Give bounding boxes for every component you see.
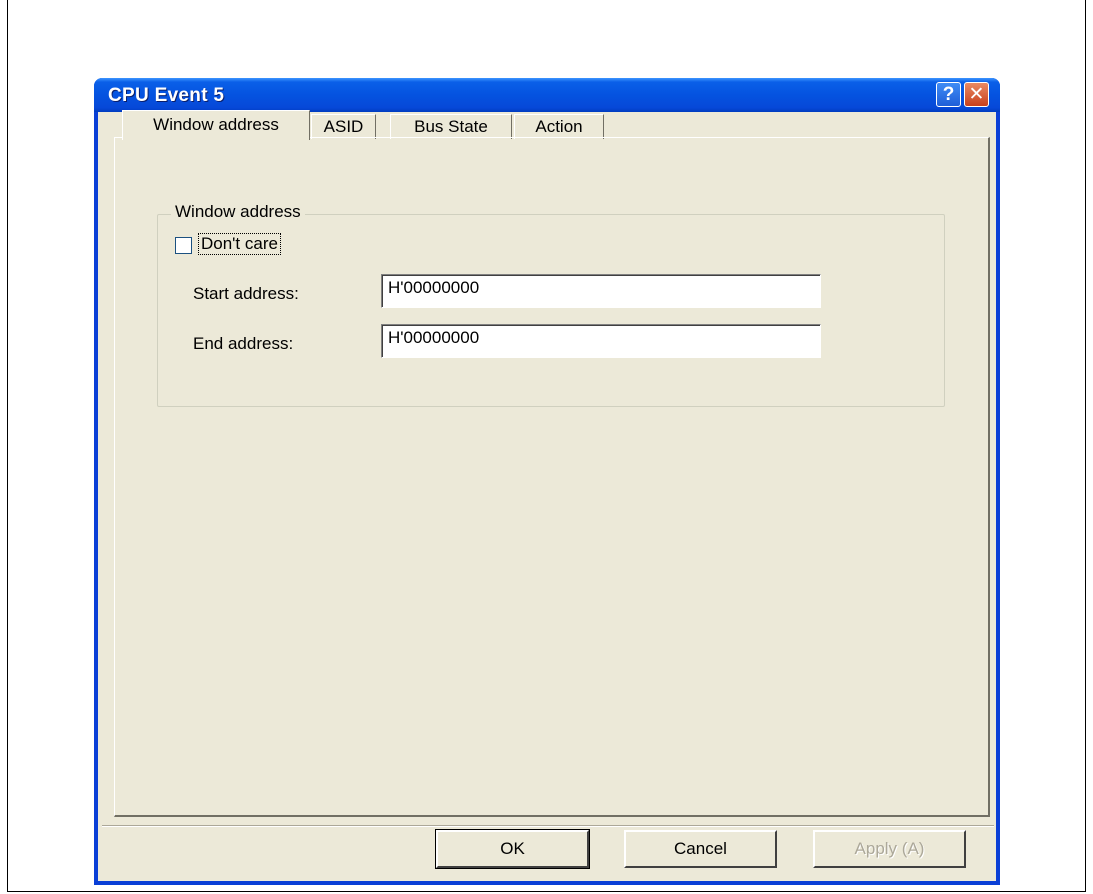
tab-bus-state[interactable]: Bus State	[390, 114, 512, 139]
tab-panel: Window address Don't care Start address:…	[114, 137, 990, 817]
help-icon: ?	[942, 83, 955, 105]
window-title: CPU Event 5	[108, 85, 225, 106]
help-button[interactable]: ?	[936, 82, 961, 107]
dont-care-checkbox[interactable]	[175, 237, 192, 254]
end-address-label: End address:	[193, 334, 294, 353]
start-address-input[interactable]: H'00000000	[381, 274, 821, 308]
close-button[interactable]: ✕	[964, 82, 989, 107]
title-bar[interactable]: CPU Event 5 ? ✕	[94, 78, 1000, 112]
end-address-input[interactable]: H'00000000	[381, 324, 821, 358]
tab-asid[interactable]: ASID	[311, 114, 376, 139]
tab-window-address[interactable]: Window address	[122, 110, 310, 140]
tab-action[interactable]: Action	[514, 114, 604, 139]
dont-care-label[interactable]: Don't care	[198, 233, 281, 255]
apply-button[interactable]: Apply (A)	[813, 830, 966, 868]
start-address-label: Start address:	[193, 284, 299, 303]
cancel-button[interactable]: Cancel	[624, 830, 777, 868]
button-separator	[102, 825, 994, 827]
group-label: Window address	[171, 202, 305, 222]
close-icon: ✕	[968, 84, 985, 105]
dialog-window: CPU Event 5 ? ✕ Window address ASID Bus …	[94, 78, 1000, 885]
ok-button[interactable]: OK	[435, 829, 590, 869]
dialog-client: Window address ASID Bus State Action Win…	[98, 110, 996, 881]
